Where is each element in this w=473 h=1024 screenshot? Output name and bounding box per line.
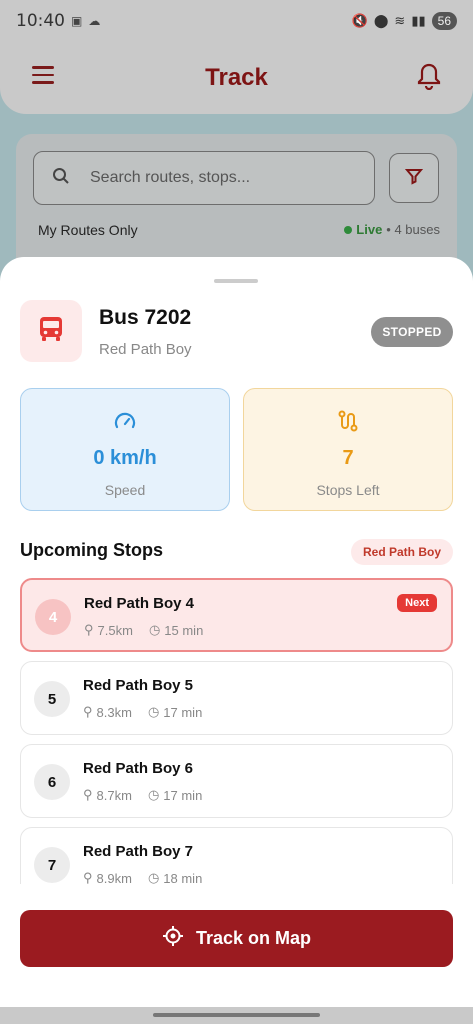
stop-meta: ⚲ 8.7km ◷ 17 min: [83, 787, 202, 803]
menu-icon[interactable]: [32, 66, 54, 89]
battery-icon: 56: [431, 12, 457, 30]
bus-count: • 4 buses: [386, 222, 440, 237]
speedometer-icon: [113, 409, 137, 433]
stop-distance: 7.5km: [97, 622, 133, 638]
app-bar: Track: [0, 42, 473, 114]
route-chip: Red Path Boy: [350, 539, 453, 565]
search-input[interactable]: Search routes, stops...: [33, 151, 375, 205]
bus-details-sheet: Bus 7202 Red Path Boy STOPPED 0 km/h Spe…: [0, 257, 473, 1007]
wifi-icon: ≋: [394, 13, 406, 28]
signal-icon: ▮▮: [411, 13, 426, 28]
crosshair-icon: [162, 925, 184, 952]
status-right-icons: 🔇 ⬤ ≋ ▮▮ 56: [352, 12, 457, 30]
stop-number: 5: [34, 681, 70, 717]
pin-icon: ⚲: [83, 787, 93, 802]
stop-eta: 17 min: [163, 787, 203, 803]
live-status: Live • 4 buses: [344, 222, 440, 237]
live-label: Live: [356, 222, 383, 237]
stop-distance: 8.3km: [96, 704, 132, 720]
speed-label: Speed: [104, 482, 146, 498]
stop-eta: 18 min: [163, 870, 203, 885]
bell-icon[interactable]: [417, 62, 441, 95]
stop-name: Red Path Boy 4: [84, 595, 195, 612]
stop-name: Red Path Boy 5: [83, 677, 194, 694]
clock-icon: ◷: [147, 704, 160, 719]
route-icon: [336, 409, 360, 433]
clock-icon: ◷: [148, 622, 161, 637]
stop-distance: 8.7km: [96, 787, 132, 803]
system-nav-bar: [0, 1007, 473, 1024]
status-badge: STOPPED: [371, 317, 453, 347]
home-gesture-pill[interactable]: [153, 1013, 320, 1017]
stops-left-label: Stops Left: [316, 482, 380, 498]
page-title: Track: [205, 64, 268, 91]
status-left-icons: ▣ ☁: [71, 14, 100, 28]
stop-name: Red Path Boy 6: [83, 760, 194, 777]
stop-meta: ⚲ 8.3km ◷ 17 min: [83, 704, 202, 720]
stop-number: 4: [35, 599, 71, 635]
pin-icon: ⚲: [83, 870, 93, 884]
stop-name: Red Path Boy 7: [83, 843, 194, 860]
stop-meta: ⚲ 7.5km ◷ 15 min: [84, 622, 203, 638]
speed-value: 0 km/h: [93, 447, 157, 469]
search-card: Search routes, stops... My Routes Only L…: [16, 134, 457, 274]
screenshot-icon: ▣: [71, 14, 83, 28]
stop-number: 6: [34, 764, 70, 800]
filter-icon: [404, 167, 424, 190]
list-item[interactable]: 4 Red Path Boy 4 ⚲ 7.5km ◷ 15 min Next: [20, 578, 453, 652]
track-on-map-button[interactable]: Track on Map: [20, 910, 453, 967]
pin-icon: ⚲: [83, 704, 93, 719]
stop-number: 7: [34, 847, 70, 883]
list-item[interactable]: 6 Red Path Boy 6 ⚲ 8.7km ◷ 17 min: [20, 744, 453, 818]
stop-distance: 8.9km: [96, 870, 132, 885]
bus-name: Bus 7202: [99, 306, 192, 329]
clock-icon: ◷: [147, 787, 160, 802]
bus-avatar: [20, 300, 82, 362]
track-button-label: Track on Map: [195, 928, 312, 948]
stop-eta: 15 min: [164, 622, 204, 638]
search-icon: [52, 167, 70, 190]
search-placeholder: Search routes, stops...: [90, 169, 251, 186]
upcoming-stops-title: Upcoming Stops: [20, 540, 163, 560]
stops-left-value: 7: [342, 447, 354, 469]
status-time: 10:40: [16, 11, 65, 31]
drag-handle[interactable]: [214, 279, 258, 283]
stop-meta: ⚲ 8.9km ◷ 18 min: [83, 870, 202, 884]
clock-icon: ◷: [147, 870, 160, 884]
next-badge: Next: [397, 594, 437, 612]
list-item[interactable]: 5 Red Path Boy 5 ⚲ 8.3km ◷ 17 min: [20, 661, 453, 735]
bus-route: Red Path Boy: [99, 341, 192, 358]
filter-button[interactable]: [389, 153, 439, 203]
mute-icon: 🔇: [351, 13, 368, 28]
stop-eta: 17 min: [163, 704, 203, 720]
stops-left-card: 7 Stops Left: [243, 388, 453, 511]
bus-icon: [38, 315, 64, 348]
list-item[interactable]: 7 Red Path Boy 7 ⚲ 8.9km ◷ 18 min: [20, 827, 453, 884]
speed-card: 0 km/h Speed: [20, 388, 230, 511]
stops-list[interactable]: 4 Red Path Boy 4 ⚲ 7.5km ◷ 15 min Next 5…: [20, 578, 453, 884]
location-icon: ⬤: [373, 13, 389, 28]
my-routes-toggle[interactable]: My Routes Only: [38, 222, 138, 238]
cloud-icon: ☁: [88, 14, 101, 28]
pin-icon: ⚲: [84, 622, 94, 637]
live-dot-icon: [344, 225, 353, 234]
status-bar: 10:40 ▣ ☁ 🔇 ⬤ ≋ ▮▮ 56: [0, 0, 473, 42]
